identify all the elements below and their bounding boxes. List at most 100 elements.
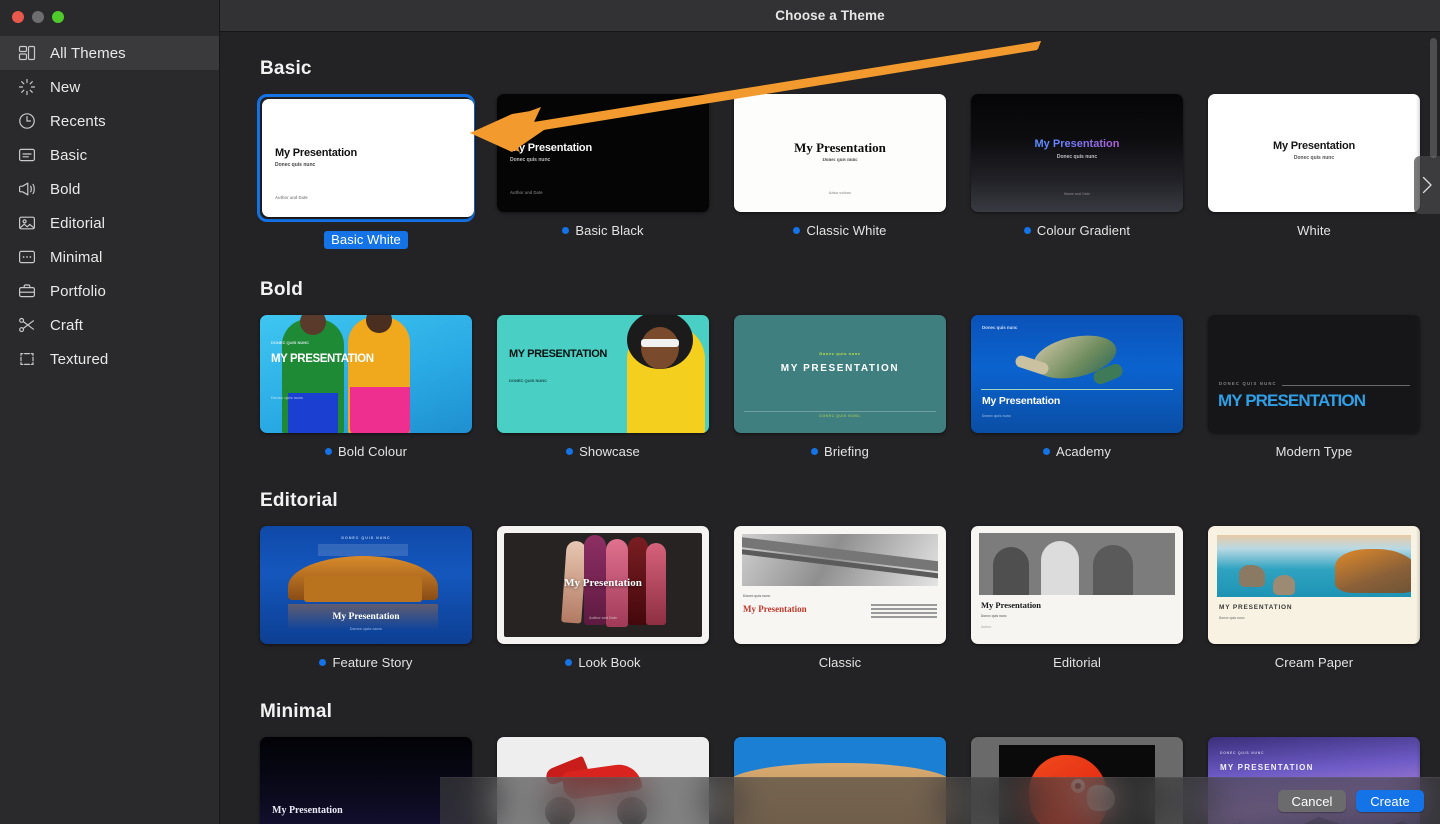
theme-thumbnail[interactable]: My Presentation Donec quis nunc Author a… bbox=[497, 94, 709, 212]
cancel-button[interactable]: Cancel bbox=[1278, 790, 1346, 812]
theme-name: Classic White bbox=[806, 222, 887, 238]
slide-footer: Donec quis nunc bbox=[271, 395, 304, 400]
theme-card-classic[interactable]: Donec quis nunc My Presentation Classic bbox=[734, 526, 946, 671]
slide-subtitle: DONEC QUIS NUNC bbox=[1220, 751, 1265, 755]
theme-thumbnail[interactable]: DONEC QUIS NUNC MY PRESENTATION Donec qu… bbox=[260, 315, 472, 433]
slide-footer: Author bbox=[981, 625, 992, 629]
decor-photo bbox=[1217, 535, 1411, 597]
theme-caption: Academy bbox=[971, 442, 1183, 460]
theme-thumbnail[interactable]: My Presentation Author and Date bbox=[497, 526, 709, 644]
theme-caption: Look Book bbox=[497, 653, 709, 671]
theme-thumbnail[interactable]: My Presentation Donec quis nunc Author a… bbox=[262, 99, 474, 217]
sidebar-item-new[interactable]: New bbox=[0, 70, 219, 104]
decor-rule bbox=[1282, 385, 1410, 386]
sidebar-item-all-themes[interactable]: All Themes bbox=[0, 36, 219, 70]
sidebar-item-minimal[interactable]: Minimal bbox=[0, 240, 219, 274]
slide-subtitle: Donec quis nunc bbox=[275, 162, 316, 168]
sidebar-item-craft[interactable]: Craft bbox=[0, 308, 219, 342]
dialog-action-bar: Cancel Create bbox=[440, 777, 1440, 824]
slide-title: MY PRESENTATION bbox=[780, 363, 900, 374]
sidebar-item-label: Minimal bbox=[50, 248, 103, 266]
slide-footer: Name and Date bbox=[1064, 192, 1090, 196]
slide-footer: Author and Date bbox=[589, 616, 617, 620]
theme-card-white[interactable]: My Presentation Donec quis nunc White bbox=[1208, 94, 1420, 239]
theme-card-bold-colour[interactable]: DONEC QUIS NUNC MY PRESENTATION Donec qu… bbox=[260, 315, 472, 460]
briefcase-icon bbox=[16, 280, 38, 302]
theme-thumbnail[interactable]: My Presentation Donec quis nunc Name and… bbox=[971, 94, 1183, 212]
theme-card-classic-white[interactable]: My Presentation Donec quis nunc Adsu vol… bbox=[734, 94, 946, 239]
theme-chooser-window: All Themes New Recents Basic Bold Editor… bbox=[0, 0, 1440, 824]
theme-thumbnail[interactable]: Donec quis nunc My Presentation bbox=[734, 526, 946, 644]
close-button[interactable] bbox=[12, 11, 24, 23]
slide-subtitle: Donec quis nunc bbox=[982, 325, 1018, 330]
vertical-scrollbar-thumb[interactable] bbox=[1430, 38, 1437, 158]
theme-thumbnail[interactable]: My Presentation Donec quis nunc bbox=[1208, 94, 1420, 212]
download-status-dot bbox=[562, 226, 570, 234]
slide-footer: Adsu volcnc bbox=[828, 191, 852, 195]
theme-thumbnail[interactable]: My Presentation Donec quis nunc Adsu vol… bbox=[734, 94, 946, 212]
create-button[interactable]: Create bbox=[1356, 790, 1424, 812]
sidebar-item-label: Recents bbox=[50, 112, 106, 130]
zoom-button[interactable] bbox=[52, 11, 64, 23]
theme-caption: Classic White bbox=[734, 221, 946, 239]
theme-name: Look Book bbox=[578, 654, 641, 670]
theme-thumbnail[interactable]: DONEC QUIS NUNC MY PRESENTATION bbox=[1208, 315, 1420, 433]
scroll-next-button[interactable] bbox=[1414, 156, 1440, 214]
decor-rule bbox=[744, 411, 936, 412]
download-status-dot bbox=[324, 447, 332, 455]
sidebar-item-bold[interactable]: Bold bbox=[0, 172, 219, 206]
sidebar-item-textured[interactable]: Textured bbox=[0, 342, 219, 376]
slide-title: My Presentation bbox=[332, 612, 400, 622]
slide-footer: Donec quis nunc bbox=[349, 626, 383, 631]
slide-title: My Presentation bbox=[275, 147, 357, 159]
sidebar-item-label: Bold bbox=[50, 180, 81, 198]
theme-name: Classic bbox=[818, 654, 862, 670]
minimize-button[interactable] bbox=[32, 11, 44, 23]
sidebar-item-portfolio[interactable]: Portfolio bbox=[0, 274, 219, 308]
theme-caption: Bold Colour bbox=[260, 442, 472, 460]
sidebar-item-editorial[interactable]: Editorial bbox=[0, 206, 219, 240]
sidebar-item-label: Textured bbox=[50, 350, 109, 368]
decor-body-text bbox=[871, 604, 937, 620]
theme-thumbnail[interactable]: Donec quis nunc My Presentation Donec qu… bbox=[971, 315, 1183, 433]
theme-card-modern-type[interactable]: DONEC QUIS NUNC MY PRESENTATION Modern T… bbox=[1208, 315, 1420, 460]
theme-thumbnail[interactable]: Donec quis nunc MY PRESENTATION DONEC QU… bbox=[734, 315, 946, 433]
theme-name: Academy bbox=[1056, 443, 1111, 459]
decor-person-1 bbox=[993, 547, 1029, 595]
sidebar-item-recents[interactable]: Recents bbox=[0, 104, 219, 138]
theme-card-basic-black[interactable]: My Presentation Donec quis nunc Author a… bbox=[497, 94, 709, 239]
theme-card-basic-white[interactable]: My Presentation Donec quis nunc Author a… bbox=[257, 94, 475, 249]
sidebar-item-label: New bbox=[50, 78, 81, 96]
slide-title: My Presentation bbox=[981, 600, 1042, 610]
theme-card-showcase[interactable]: MY PRESENTATION DONEC QUIS NUNC Showcase bbox=[497, 315, 709, 460]
theme-thumbnail[interactable]: DONEC QUIS NUNC My Presentation Donec qu… bbox=[260, 526, 472, 644]
theme-card-feature-story[interactable]: DONEC QUIS NUNC My Presentation Donec qu… bbox=[260, 526, 472, 671]
slide-subtitle: Donec quis nunc bbox=[1056, 154, 1098, 160]
theme-gallery-scroll-area[interactable]: Basic My Presentation Donec quis nunc Au… bbox=[220, 32, 1440, 824]
theme-card-briefing[interactable]: Donec quis nunc MY PRESENTATION DONEC QU… bbox=[734, 315, 946, 460]
theme-card-look-book[interactable]: My Presentation Author and Date Look Boo… bbox=[497, 526, 709, 671]
sidebar-item-label: Editorial bbox=[50, 214, 106, 232]
theme-thumbnail[interactable]: My Presentation Donec quis nunc Author bbox=[971, 526, 1183, 644]
theme-card-colour-gradient[interactable]: My Presentation Donec quis nunc Name and… bbox=[971, 94, 1183, 239]
sidebar-nav: All Themes New Recents Basic Bold Editor… bbox=[0, 34, 219, 376]
decor-figure-right bbox=[348, 317, 410, 433]
theme-card-cream-paper[interactable]: MY PRESENTATION Donec quis nunc Cream Pa… bbox=[1208, 526, 1420, 671]
slide-subtitle: Donec quis nunc bbox=[819, 351, 861, 356]
slide-title: My Presentation bbox=[510, 142, 592, 154]
slide-footer: Author and Date bbox=[510, 190, 543, 195]
theme-caption: Editorial bbox=[971, 653, 1183, 671]
theme-thumbnail[interactable]: MY PRESENTATION DONEC QUIS NUNC bbox=[497, 315, 709, 433]
decor-person-3 bbox=[1093, 545, 1133, 595]
sidebar-item-basic[interactable]: Basic bbox=[0, 138, 219, 172]
slide-title: My Presentation bbox=[564, 577, 642, 589]
download-status-dot bbox=[811, 447, 819, 455]
theme-card-editorial[interactable]: My Presentation Donec quis nunc Author E… bbox=[971, 526, 1183, 671]
decor-inner-slide: My Presentation Author and Date bbox=[504, 533, 702, 637]
slide-title: MY PRESENTATION bbox=[1220, 763, 1314, 772]
theme-thumbnail[interactable]: MY PRESENTATION Donec quis nunc bbox=[1208, 526, 1420, 644]
slide-subtitle: Donec quis nunc bbox=[981, 614, 1007, 618]
theme-card-academy[interactable]: Donec quis nunc My Presentation Donec qu… bbox=[971, 315, 1183, 460]
theme-name: Basic Black bbox=[575, 222, 644, 238]
download-status-dot bbox=[566, 447, 574, 455]
